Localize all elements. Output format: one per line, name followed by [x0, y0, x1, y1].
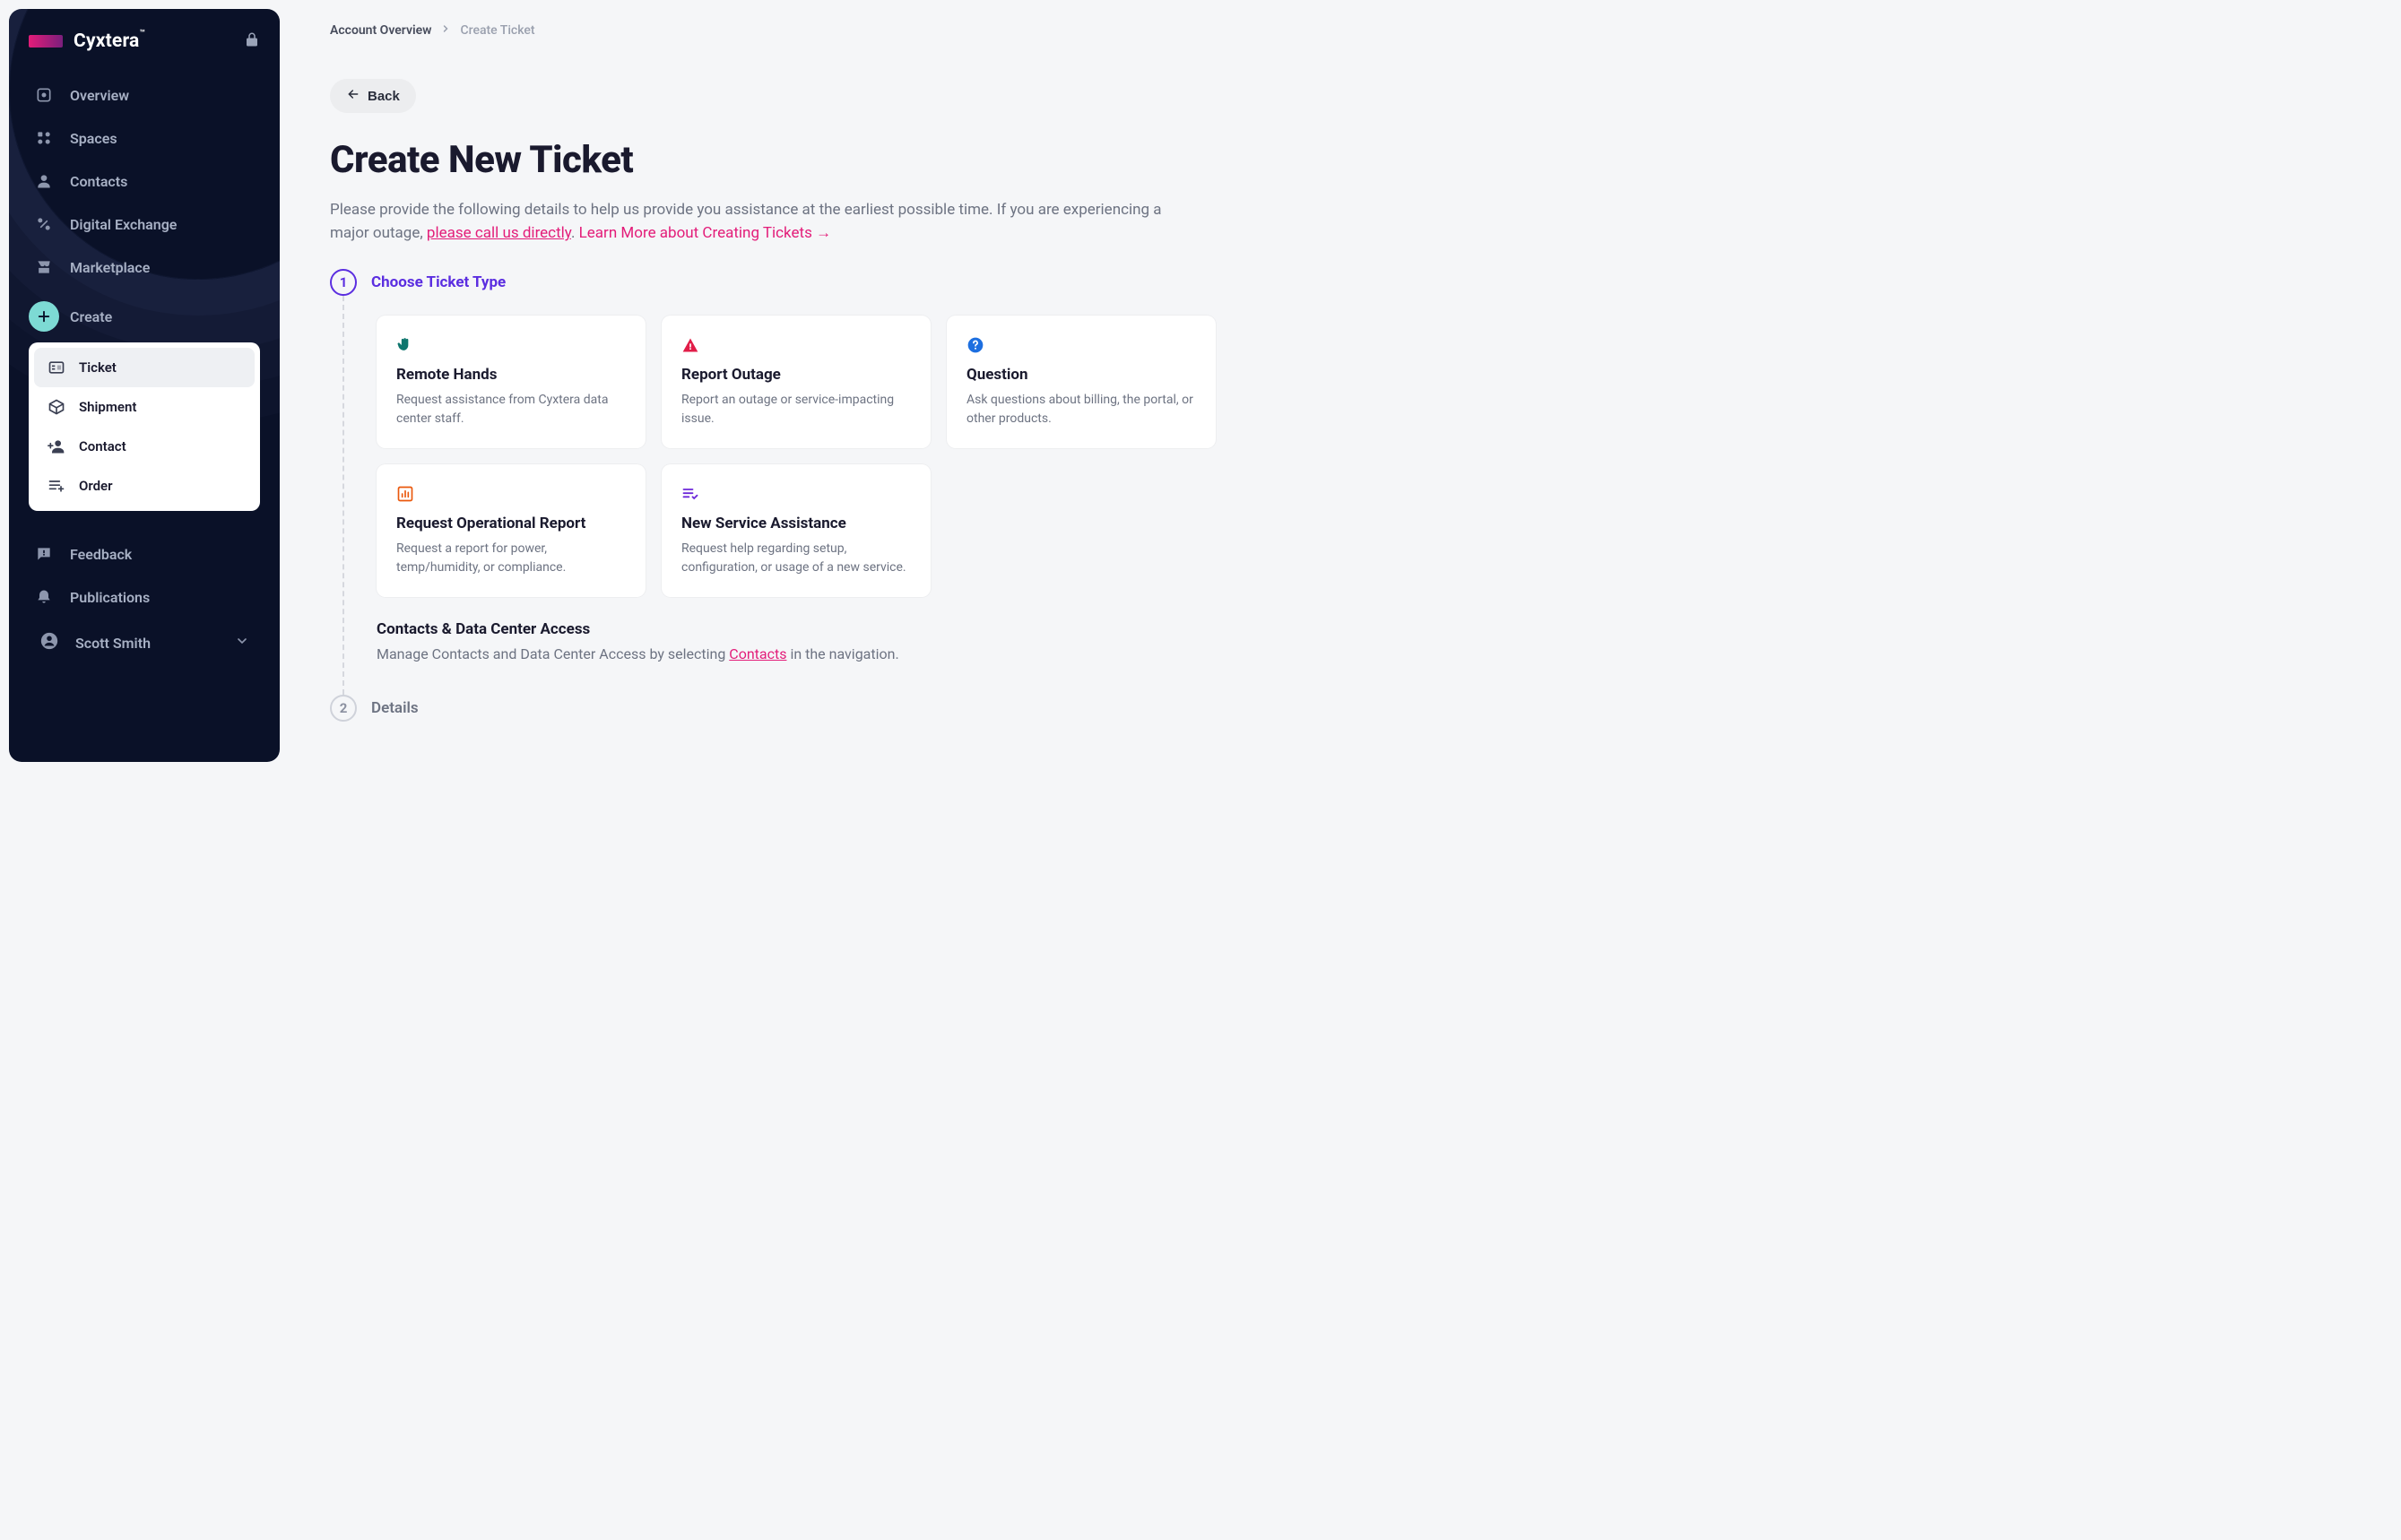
- card-remote-hands[interactable]: Remote Hands Request assistance from Cyx…: [377, 316, 646, 448]
- contacts-access-title: Contacts & Data Center Access: [377, 620, 2376, 638]
- submenu-item-ticket[interactable]: Ticket: [34, 348, 255, 387]
- steps: 1 Choose Ticket Type Remote Hands Reques…: [330, 269, 2376, 722]
- main-content: Account Overview Create Ticket Back Crea…: [298, 0, 2401, 1540]
- lock-icon[interactable]: [244, 31, 260, 51]
- sidebar-item-label: Digital Exchange: [70, 216, 177, 233]
- store-icon: [34, 258, 54, 276]
- submenu-item-label: Contact: [79, 438, 126, 454]
- step-1-number: 1: [330, 269, 357, 296]
- sidebar-item-publications[interactable]: Publications: [18, 575, 271, 619]
- chevron-down-icon: [235, 634, 249, 652]
- avatar-icon: [39, 631, 59, 654]
- sidebar-item-label: Contacts: [70, 173, 127, 190]
- page-title: Create New Ticket: [330, 138, 2376, 182]
- card-desc: Request assistance from Cyxtera data cen…: [396, 391, 626, 428]
- sidebar: Cyxtera™ Overview Spaces Contacts: [9, 9, 280, 762]
- breadcrumb: Account Overview Create Ticket: [330, 23, 2376, 38]
- alert-triangle-icon: [681, 333, 911, 357]
- learn-more-link[interactable]: Learn More about Creating Tickets →: [579, 224, 831, 242]
- brand-row: Cyxtera™: [9, 25, 280, 70]
- step-2-number: 2: [330, 695, 357, 722]
- bell-icon: [34, 588, 54, 606]
- user-menu[interactable]: Scott Smith: [18, 619, 271, 667]
- brand[interactable]: Cyxtera™: [29, 30, 145, 52]
- card-title: New Service Assistance: [681, 515, 911, 532]
- question-circle-icon: [966, 333, 1196, 357]
- contacts-link[interactable]: Contacts: [729, 645, 786, 662]
- submenu-item-label: Ticket: [79, 359, 117, 376]
- ticket-icon: [47, 359, 66, 376]
- card-title: Remote Hands: [396, 366, 626, 384]
- breadcrumb-current: Create Ticket: [460, 23, 534, 38]
- card-new-service-assistance[interactable]: New Service Assistance Request help rega…: [662, 464, 931, 597]
- step-1-label: Choose Ticket Type: [371, 273, 506, 291]
- nav-list: Overview Spaces Contacts Digital Exchang…: [9, 70, 280, 671]
- brand-name: Cyxtera™: [74, 30, 145, 52]
- intro-text: Please provide the following details to …: [330, 198, 1173, 246]
- exchange-icon: [34, 215, 54, 233]
- sidebar-item-feedback[interactable]: Feedback: [18, 532, 271, 575]
- plus-icon: [29, 301, 59, 332]
- step-1-body: Remote Hands Request assistance from Cyx…: [342, 296, 2376, 695]
- card-desc: Ask questions about billing, the portal,…: [966, 391, 1196, 428]
- call-us-link[interactable]: please call us directly: [427, 224, 571, 242]
- submenu-item-contact[interactable]: Contact: [34, 427, 255, 466]
- package-icon: [47, 398, 66, 416]
- card-title: Question: [966, 366, 1196, 384]
- submenu-item-label: Order: [79, 478, 113, 494]
- back-button[interactable]: Back: [330, 79, 416, 113]
- target-icon: [34, 86, 54, 104]
- grid-dots-icon: [34, 129, 54, 147]
- create-submenu: Ticket Shipment Contact Order: [29, 342, 260, 511]
- sidebar-item-label: Spaces: [70, 130, 117, 147]
- contacts-access-text: Manage Contacts and Data Center Access b…: [377, 645, 2376, 662]
- breadcrumb-parent[interactable]: Account Overview: [330, 23, 431, 38]
- sidebar-item-label: Overview: [70, 87, 129, 104]
- sidebar-item-spaces[interactable]: Spaces: [18, 117, 271, 160]
- card-desc: Request help regarding setup, configurat…: [681, 540, 911, 577]
- arrow-left-icon: [346, 87, 360, 105]
- step-2-label: Details: [371, 699, 419, 717]
- ticket-type-cards: Remote Hands Request assistance from Cyx…: [377, 316, 2376, 597]
- submenu-item-order[interactable]: Order: [34, 466, 255, 506]
- bar-chart-icon: [396, 482, 626, 506]
- sidebar-item-contacts[interactable]: Contacts: [18, 160, 271, 203]
- card-question[interactable]: Question Ask questions about billing, th…: [947, 316, 1216, 448]
- card-desc: Request a report for power, temp/humidit…: [396, 540, 626, 577]
- step-2-header: 2 Details: [330, 695, 2376, 722]
- intro-mid: .: [571, 224, 579, 242]
- person-add-icon: [47, 437, 66, 455]
- sidebar-item-label: Create: [70, 308, 112, 325]
- sidebar-item-create[interactable]: Create: [18, 289, 271, 344]
- submenu-item-shipment[interactable]: Shipment: [34, 387, 255, 427]
- sidebar-item-label: Publications: [70, 589, 150, 606]
- nav-bottom: Feedback Publications: [18, 532, 271, 619]
- sidebar-item-digital-exchange[interactable]: Digital Exchange: [18, 203, 271, 246]
- sidebar-item-marketplace[interactable]: Marketplace: [18, 246, 271, 289]
- card-desc: Report an outage or service-impacting is…: [681, 391, 911, 428]
- submenu-item-label: Shipment: [79, 399, 136, 415]
- step-1-header: 1 Choose Ticket Type: [330, 269, 2376, 296]
- card-title: Report Outage: [681, 366, 911, 384]
- chevron-right-icon: [440, 23, 451, 38]
- person-icon: [34, 172, 54, 190]
- hand-wave-icon: [396, 333, 626, 357]
- card-title: Request Operational Report: [396, 515, 626, 532]
- contacts-access-section: Contacts & Data Center Access Manage Con…: [377, 620, 2376, 662]
- sidebar-item-overview[interactable]: Overview: [18, 74, 271, 117]
- sidebar-item-label: Marketplace: [70, 259, 150, 276]
- brand-mark-icon: [29, 35, 63, 48]
- sidebar-item-label: Feedback: [70, 546, 132, 563]
- user-name: Scott Smith: [75, 635, 151, 652]
- card-report-outage[interactable]: Report Outage Report an outage or servic…: [662, 316, 931, 448]
- card-operational-report[interactable]: Request Operational Report Request a rep…: [377, 464, 646, 597]
- back-button-label: Back: [368, 89, 400, 104]
- feedback-icon: [34, 545, 54, 563]
- playlist-check-icon: [681, 482, 911, 506]
- playlist-add-icon: [47, 477, 66, 495]
